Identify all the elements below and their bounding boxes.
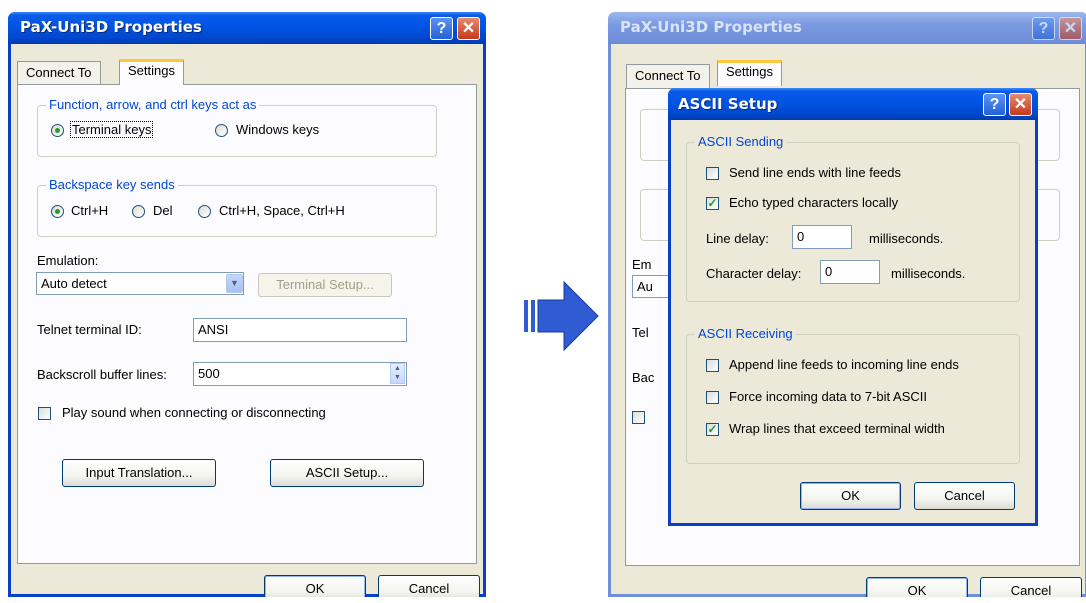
telnet-id-label: Tel: [632, 325, 649, 340]
wrap-lines-checkbox[interactable]: ✓: [706, 423, 719, 436]
help-icon: ?: [436, 20, 447, 37]
telnet-id-label: Telnet terminal ID:: [37, 322, 142, 337]
group-legend: Backspace key sends: [46, 177, 178, 192]
dialog-client-area: ASCII Sending Send line ends with line f…: [671, 120, 1035, 523]
tab-connect-to[interactable]: Connect To: [17, 61, 101, 85]
wrap-lines-label[interactable]: Wrap lines that exceed terminal width: [729, 421, 945, 436]
terminal-keys-radio[interactable]: [51, 124, 64, 137]
dialog-client-area: Connect To Settings Function, arrow, and…: [11, 44, 483, 597]
backscroll-label: Backscroll buffer lines:: [37, 367, 167, 382]
ok-button[interactable]: OK: [800, 482, 901, 510]
title-bar-inactive[interactable]: PaX-Uni3D Properties ? ✕: [608, 12, 1086, 44]
telnet-id-field[interactable]: ANSI: [193, 318, 407, 342]
ascii-setup-button[interactable]: ASCII Setup...: [270, 459, 424, 487]
line-delay-unit: milliseconds.: [869, 231, 944, 246]
cancel-button[interactable]: Cancel: [378, 575, 480, 597]
properties-window-left: PaX-Uni3D Properties ? ✕ Connect To Sett…: [8, 12, 486, 597]
tab-settings[interactable]: Settings: [119, 59, 184, 85]
group-legend: ASCII Receiving: [695, 326, 796, 341]
ok-button[interactable]: OK: [264, 575, 366, 597]
tab-settings[interactable]: Settings: [717, 60, 782, 86]
del-label[interactable]: Del: [153, 203, 173, 218]
force-7bit-label[interactable]: Force incoming data to 7-bit ASCII: [729, 389, 927, 404]
play-sound-label[interactable]: Play sound when connecting or disconnect…: [62, 405, 326, 420]
echo-typed-label[interactable]: Echo typed characters locally: [729, 195, 898, 210]
char-delay-unit: milliseconds.: [891, 266, 966, 281]
title-bar[interactable]: ASCII Setup ? ✕: [668, 88, 1038, 120]
ctrl-h-space-label[interactable]: Ctrl+H, Space, Ctrl+H: [219, 203, 345, 218]
ascii-receiving-group: ASCII Receiving Append line feeds to inc…: [686, 326, 1020, 464]
char-delay-field[interactable]: 0: [820, 260, 880, 284]
emulation-combo[interactable]: Auto detect: [36, 272, 244, 295]
window-title: ASCII Setup: [678, 95, 778, 113]
terminal-keys-label[interactable]: Terminal keys: [70, 121, 154, 138]
spin-arrows-icon[interactable]: ▲ ▼: [390, 363, 405, 384]
close-icon: ✕: [461, 20, 476, 37]
backspace-group: Backspace key sends Ctrl+H Del Ctrl+H, S…: [37, 177, 437, 237]
line-delay-label: Line delay:: [706, 231, 769, 246]
emulation-label: Emulation:: [37, 253, 99, 268]
backscroll-field[interactable]: 500: [193, 362, 407, 386]
checkmark-icon: ✓: [707, 422, 718, 436]
cancel-button[interactable]: Cancel: [980, 577, 1082, 597]
input-translation-button[interactable]: Input Translation...: [62, 459, 216, 487]
line-delay-field[interactable]: 0: [792, 225, 852, 249]
settings-panel: Function, arrow, and ctrl keys act as Te…: [17, 84, 477, 564]
force-7bit-checkbox[interactable]: [706, 391, 719, 404]
title-bar[interactable]: PaX-Uni3D Properties ? ✕: [8, 12, 486, 44]
ctrl-h-radio[interactable]: [51, 205, 64, 218]
checkmark-icon: ✓: [707, 196, 718, 210]
window-title: PaX-Uni3D Properties: [620, 18, 802, 36]
function-keys-group: Function, arrow, and ctrl keys act as Te…: [37, 97, 437, 157]
arrow-right-icon: [524, 280, 599, 352]
append-line-feeds-checkbox[interactable]: [706, 359, 719, 372]
ok-button[interactable]: OK: [866, 577, 968, 597]
ctrl-h-label[interactable]: Ctrl+H: [71, 203, 108, 218]
ctrl-h-space-radio[interactable]: [198, 205, 211, 218]
ascii-setup-dialog: ASCII Setup ? ✕ ASCII Sending Send line …: [668, 88, 1038, 526]
windows-keys-label[interactable]: Windows keys: [236, 122, 319, 137]
help-button[interactable]: ?: [983, 93, 1006, 116]
backscroll-label: Bac: [632, 370, 655, 385]
cancel-button[interactable]: Cancel: [914, 482, 1015, 510]
help-button[interactable]: ?: [1032, 17, 1055, 40]
close-button[interactable]: ✕: [1009, 93, 1032, 116]
group-legend: ASCII Sending: [695, 134, 787, 149]
close-button[interactable]: ✕: [457, 17, 480, 40]
terminal-setup-button[interactable]: Terminal Setup...: [258, 273, 392, 297]
echo-typed-checkbox[interactable]: ✓: [706, 197, 719, 210]
group-legend: Function, arrow, and ctrl keys act as: [46, 97, 260, 112]
send-line-ends-label[interactable]: Send line ends with line feeds: [729, 165, 901, 180]
play-sound-checkbox[interactable]: [38, 407, 51, 420]
close-button[interactable]: ✕: [1059, 17, 1082, 40]
chevron-down-icon[interactable]: ▼: [226, 274, 243, 293]
char-delay-label: Character delay:: [706, 266, 802, 281]
window-title: PaX-Uni3D Properties: [20, 18, 202, 36]
play-sound-checkbox[interactable]: [632, 411, 645, 424]
tab-connect-to[interactable]: Connect To: [626, 64, 710, 88]
ascii-sending-group: ASCII Sending Send line ends with line f…: [686, 134, 1020, 302]
send-line-ends-checkbox[interactable]: [706, 167, 719, 180]
append-line-feeds-label[interactable]: Append line feeds to incoming line ends: [729, 357, 959, 372]
del-radio[interactable]: [132, 205, 145, 218]
windows-keys-radio[interactable]: [215, 124, 228, 137]
emulation-label: Em: [632, 257, 652, 272]
help-button[interactable]: ?: [430, 17, 453, 40]
